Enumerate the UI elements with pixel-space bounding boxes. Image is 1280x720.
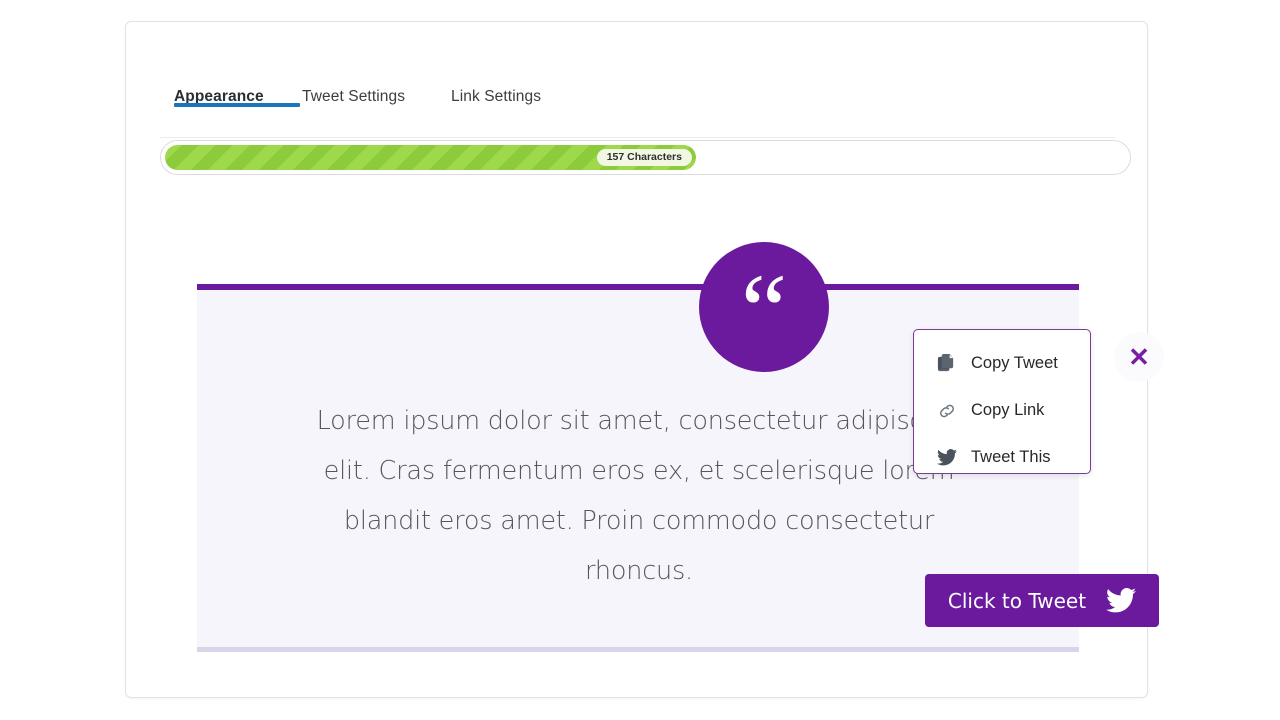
menu-item-copy-link[interactable]: Copy Link: [914, 387, 1090, 434]
menu-item-copy-link-label: Copy Link: [971, 401, 1045, 419]
menu-item-copy-tweet-label: Copy Tweet: [971, 354, 1058, 372]
menu-item-tweet-this-label: Tweet This: [971, 448, 1051, 466]
click-to-tweet-button[interactable]: Click to Tweet: [925, 574, 1159, 627]
tab-active-underline: [174, 103, 300, 107]
character-progress-bar: 157 Characters: [160, 140, 1131, 175]
character-count-badge: 157 Characters: [596, 149, 692, 166]
tab-tweet-settings[interactable]: Tweet Settings: [302, 88, 405, 106]
share-options-menu: Copy Tweet Copy Link Tweet This: [913, 329, 1091, 474]
click-to-tweet-label: Click to Tweet: [947, 588, 1087, 613]
close-icon: ✕: [1128, 342, 1150, 372]
menu-item-tweet-this[interactable]: Tweet This: [914, 434, 1090, 481]
settings-card: Appearance Tweet Settings Link Settings …: [125, 21, 1164, 698]
menu-item-copy-tweet[interactable]: Copy Tweet: [914, 340, 1090, 387]
link-icon: [937, 401, 963, 421]
character-progress-fill: 157 Characters: [165, 145, 696, 170]
twitter-bird-icon: [937, 449, 963, 466]
twitter-bird-icon: [1106, 588, 1137, 613]
close-button[interactable]: ✕: [1114, 332, 1164, 382]
tab-appearance[interactable]: Appearance: [174, 88, 300, 107]
quote-mark-glyph: “: [740, 253, 788, 368]
tab-bar: Appearance Tweet Settings Link Settings: [160, 72, 1116, 138]
quote-text: Lorem ipsum dolor sit amet, consectetur …: [316, 406, 962, 586]
copy-icon: [937, 354, 963, 373]
tab-link-settings[interactable]: Link Settings: [451, 88, 541, 106]
quote-mark-badge: “: [699, 242, 829, 372]
